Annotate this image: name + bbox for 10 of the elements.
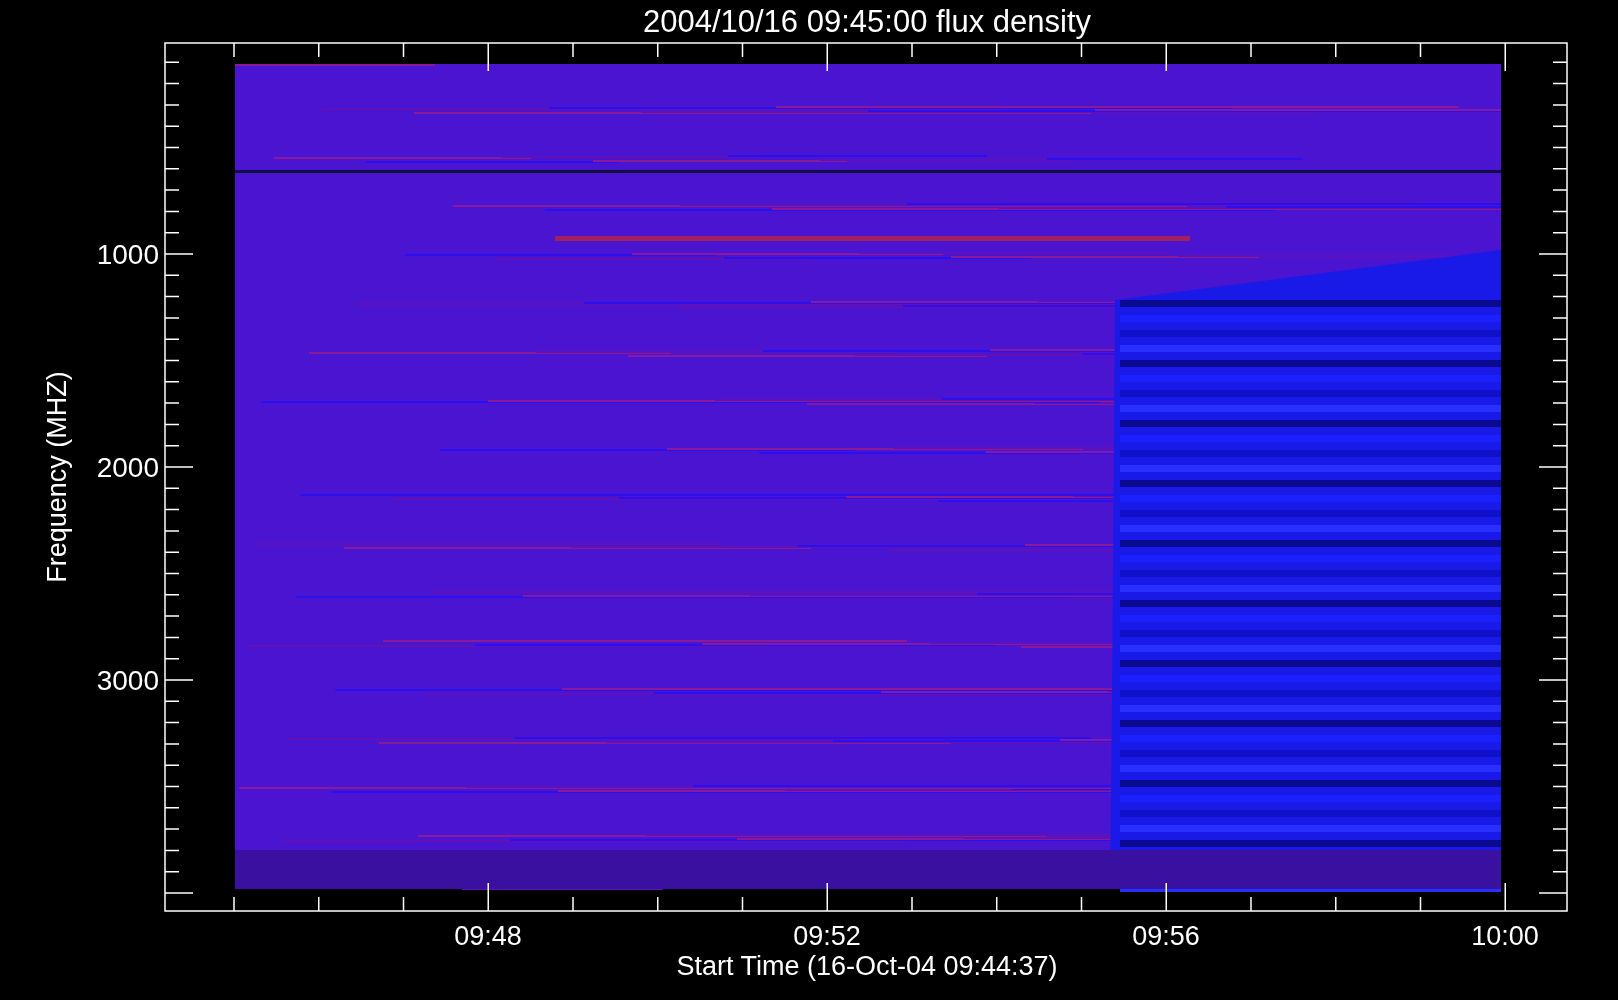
y-axis-label: Frequency (MHZ) — [42, 371, 72, 583]
x-tick-label: 09:48 — [454, 921, 522, 951]
y-tick-label: 3000 — [96, 665, 159, 696]
chart-title: 2004/10/16 09:45:00 flux density — [642, 4, 1092, 39]
y-tick-label: 1000 — [96, 239, 159, 270]
y-tick-label: 2000 — [96, 452, 159, 483]
x-tick-label: 10:00 — [1471, 921, 1539, 951]
x-tick-label: 09:56 — [1132, 921, 1200, 951]
x-tick-label: 09:52 — [793, 921, 861, 951]
x-axis-label: Start Time (16-Oct-04 09:44:37) — [676, 951, 1058, 981]
